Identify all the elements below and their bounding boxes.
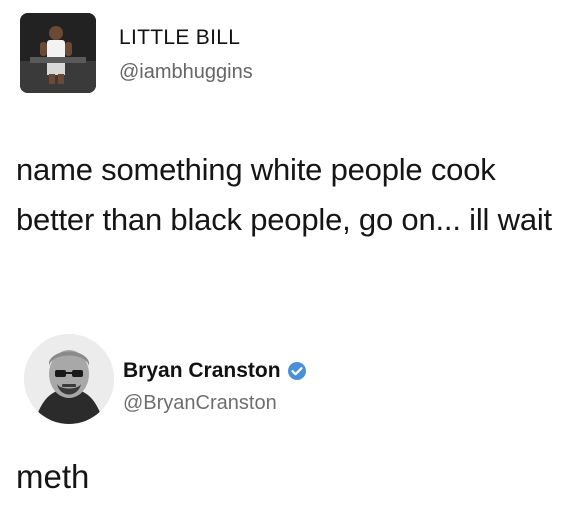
avatar-little-bill[interactable] [20,13,96,93]
tweet-text: name something white people cook better … [16,152,552,237]
display-name-row: Bryan Cranston [123,359,307,383]
avatar-photo-icon [20,13,96,93]
avatar-photo-icon [24,334,114,424]
user-handle[interactable]: @BryanCranston [123,392,277,415]
display-name[interactable]: LITTLE BILL [119,26,240,50]
avatar-bryan-cranston[interactable] [24,334,114,424]
verified-badge-icon [287,361,307,381]
tweet-text: meth [16,458,90,495]
user-handle[interactable]: @iambhuggins [119,61,253,84]
display-name[interactable]: Bryan Cranston [123,359,281,383]
